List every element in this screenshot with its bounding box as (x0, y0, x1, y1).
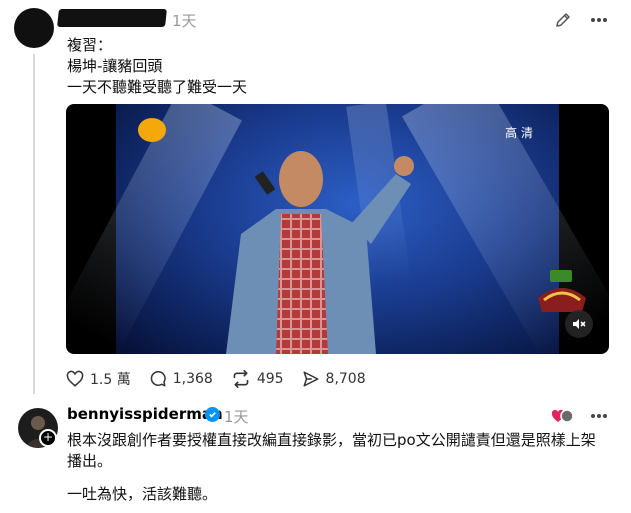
author-avatar[interactable] (14, 8, 54, 48)
comment-count: 1,368 (172, 371, 213, 387)
heart-icon (66, 370, 84, 387)
comment-bubble-icon (150, 370, 166, 387)
follow-plus-icon[interactable]: + (39, 429, 57, 447)
channel-logo-icon (138, 118, 166, 142)
share-button[interactable]: 8,708 (302, 370, 366, 388)
performer-silhouette (226, 151, 414, 354)
video-quality-label: 高 清 (505, 126, 533, 140)
like-count: 1.5 萬 (90, 372, 131, 388)
comment-button[interactable]: 1,368 (149, 370, 213, 388)
verified-badge-icon (205, 407, 220, 422)
reply-time: 1天 (224, 408, 249, 426)
more-horizontal-icon[interactable] (588, 405, 610, 427)
repost-button[interactable]: 495 (231, 370, 284, 388)
muted-speaker-icon[interactable] (565, 310, 593, 338)
reply-username[interactable]: bennyisspiderman (67, 405, 223, 423)
like-button[interactable]: 1.5 萬 (66, 369, 131, 389)
pencil-icon[interactable] (552, 9, 574, 31)
author-liked-icon (552, 409, 574, 423)
post-line-2: 楊坤-讓豬回頭 (67, 57, 163, 75)
show-logo-icon (538, 270, 586, 312)
video-player[interactable]: 高 清 (66, 104, 609, 354)
thread-line (33, 54, 35, 394)
post-line-1: 複習： (67, 36, 113, 54)
post-actions: 1.5 萬 1,368 495 8,708 (66, 368, 384, 390)
reply-text-line-1: 根本沒跟創作者要授權直接改編直接錄影，當初已po文公開譴責但還是照樣上架 (67, 431, 596, 449)
share-count: 8,708 (325, 371, 366, 387)
post-time: 1天 (172, 12, 197, 30)
video-frame: 高 清 (66, 104, 609, 354)
send-icon (303, 371, 319, 387)
repost-icon (233, 370, 249, 388)
reply-text-line-3: 一吐為快，活該難聽。 (67, 485, 218, 503)
reply-text-line-2: 播出。 (67, 452, 113, 470)
repost-count: 495 (256, 371, 284, 387)
more-horizontal-icon[interactable] (588, 9, 610, 31)
redacted-username (57, 9, 167, 27)
post-line-3: 一天不聽難受聽了難受一天 (67, 78, 248, 96)
